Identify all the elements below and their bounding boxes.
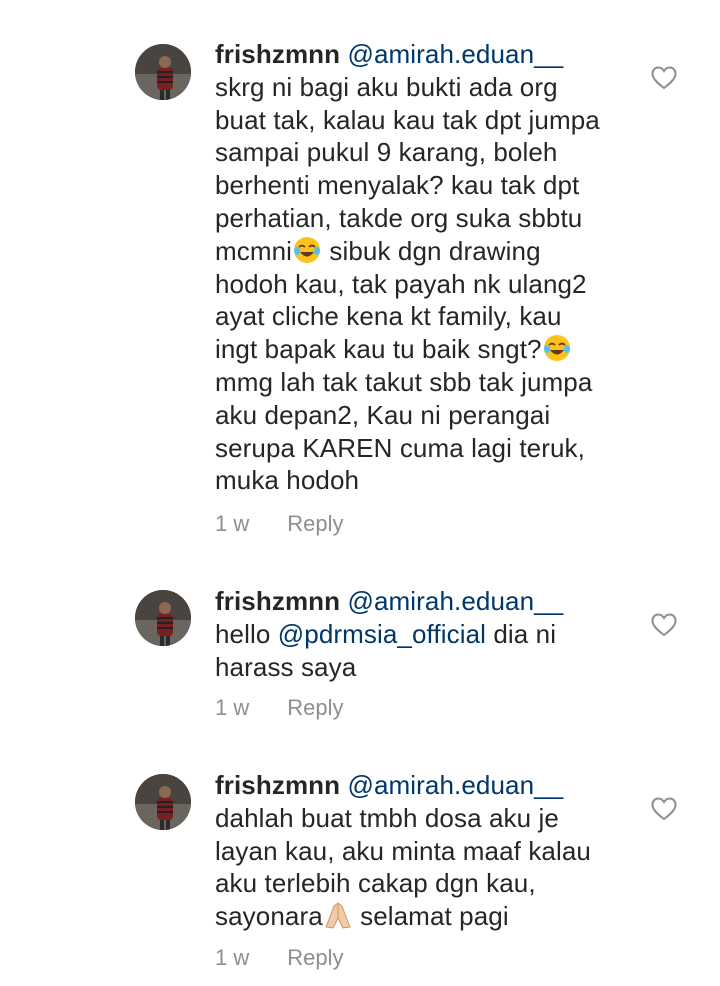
comment-meta: 1 w Reply <box>215 945 344 971</box>
heart-icon[interactable] <box>651 66 677 90</box>
username[interactable]: frishzmnn <box>215 770 340 800</box>
comment-line: dahlah buat tmbh dosa aku je <box>215 802 559 833</box>
avatar[interactable] <box>135 590 191 646</box>
comment-line: hodoh kau, tak payah nk ulang2 <box>215 268 587 299</box>
comment-text: selamat pagi <box>352 901 509 932</box>
comment-text: mcmni <box>215 235 293 266</box>
heart-icon[interactable] <box>651 797 677 821</box>
reply-button[interactable]: Reply <box>287 695 343 720</box>
comment-line: sampai pukul 9 karang, boleh <box>215 137 558 168</box>
comment-text: ingt bapak kau tu baik sngt? <box>215 334 542 365</box>
comment-line: serupa KAREN cuma lagi teruk, <box>215 432 585 463</box>
timestamp: 1 w <box>215 695 250 720</box>
comment-line: harass saya <box>215 651 357 682</box>
avatar[interactable] <box>135 44 191 100</box>
folded-hands-emoji <box>323 900 353 930</box>
comment-line: mmg lah tak takut sbb tak jumpa <box>215 366 593 397</box>
mention-link[interactable]: @pdrmsia_official <box>278 619 486 649</box>
comment-line: aku depan2, Kau ni perangai <box>215 399 551 430</box>
comment-line: layan kau, aku minta maaf kalau <box>215 835 591 866</box>
comment-text: dia ni <box>486 618 557 649</box>
comment-line: mcmni sibuk dgn drawing <box>215 235 635 268</box>
heart-icon[interactable] <box>651 613 677 637</box>
mention-link[interactable]: @amirah.eduan__ <box>347 770 563 800</box>
mention-link[interactable]: @amirah.eduan__ <box>347 586 563 616</box>
avatar[interactable] <box>135 774 191 830</box>
comment-line: ingt bapak kau tu baik sngt? <box>215 333 635 366</box>
comment-header: frishzmnn @amirah.eduan__ <box>215 769 635 802</box>
comment-header: frishzmnn @amirah.eduan__ <box>215 38 635 71</box>
reply-button[interactable]: Reply <box>287 511 343 536</box>
comment-line: ayat cliche kena kt family, kau <box>215 301 562 332</box>
comment-line: skrg ni bagi aku bukti ada org <box>215 71 558 102</box>
comment-line: aku terlebih cakap dgn kau, <box>215 868 536 899</box>
face-with-tears-of-joy-emoji <box>542 333 572 363</box>
comment-body: frishzmnn @amirah.eduan__ hello @pdrmsia… <box>215 585 635 683</box>
username[interactable]: frishzmnn <box>215 39 340 69</box>
comment-meta: 1 w Reply <box>215 695 344 721</box>
comment-meta: 1 w Reply <box>215 511 344 537</box>
comment-line: hello @pdrmsia_official dia ni <box>215 618 635 651</box>
comment-line: buat tak, kalau kau tak dpt jumpa <box>215 104 600 135</box>
timestamp: 1 w <box>215 511 250 536</box>
comment-text: hello <box>215 618 278 649</box>
comment-body: frishzmnn @amirah.eduan__ skrg ni bagi a… <box>215 38 635 497</box>
comment-text: sayonara <box>215 901 323 932</box>
comment-body: frishzmnn @amirah.eduan__ dahlah buat tm… <box>215 769 635 933</box>
comment-line: muka hodoh <box>215 465 360 496</box>
username[interactable]: frishzmnn <box>215 586 340 616</box>
comment-header: frishzmnn @amirah.eduan__ <box>215 585 635 618</box>
timestamp: 1 w <box>215 945 250 970</box>
comment-line: perhatian, takde org suka sbbtu <box>215 202 583 233</box>
mention-link[interactable]: @amirah.eduan__ <box>347 39 563 69</box>
comment-text: sibuk dgn drawing <box>322 235 541 266</box>
reply-button[interactable]: Reply <box>287 945 343 970</box>
comment-line: berhenti menyalak? kau tak dpt <box>215 170 580 201</box>
face-with-tears-of-joy-emoji <box>292 235 322 265</box>
comment-line: sayonara selamat pagi <box>215 900 635 933</box>
